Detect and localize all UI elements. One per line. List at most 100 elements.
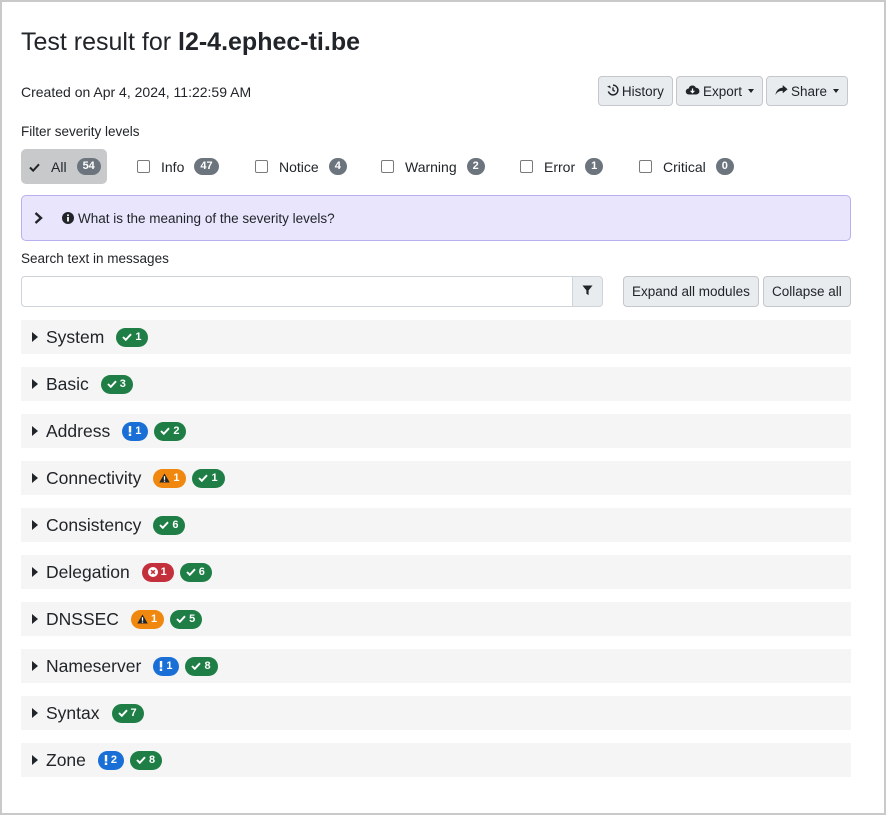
module-delegation[interactable]: Delegation 1 6 (21, 555, 851, 589)
filter-button[interactable] (572, 276, 603, 307)
severity-filter-warning[interactable]: Warning 2 (381, 149, 485, 184)
module-name: Delegation (46, 561, 130, 582)
status-badge-ok: 3 (100, 374, 133, 394)
result-toolbar: History Export Share (597, 76, 848, 106)
caret-right-icon (32, 332, 38, 342)
export-button[interactable]: Export (675, 76, 763, 106)
checkbox[interactable] (137, 160, 150, 173)
share-icon (775, 84, 788, 99)
caret-right-icon (32, 426, 38, 436)
exclamation-icon (104, 755, 108, 765)
title-prefix: Test result for (21, 28, 178, 56)
checkbox[interactable] (255, 160, 268, 173)
chevron-down-icon (747, 89, 754, 93)
severity-help-toggle[interactable]: What is the meaning of the severity leve… (21, 195, 851, 241)
status-badge-warning: 1 (153, 468, 187, 488)
badge-count: 6 (172, 519, 179, 531)
domain-name: l2-4.ephec-ti.be (178, 28, 360, 56)
severity-filter-notice[interactable]: Notice 4 (255, 149, 347, 184)
module-name: Nameserver (46, 655, 142, 676)
module-basic[interactable]: Basic 3 (21, 367, 851, 401)
caret-right-icon (32, 473, 38, 483)
module-name: Connectivity (46, 467, 142, 488)
expand-all-button[interactable]: Expand all modules (623, 276, 759, 307)
module-dnssec[interactable]: DNSSEC 1 5 (21, 602, 851, 636)
status-badge-ok: 1 (116, 327, 149, 347)
caret-right-icon (32, 661, 38, 671)
badge-count: 1 (211, 472, 218, 484)
export-label: Export (702, 83, 742, 99)
history-label: History (621, 83, 664, 99)
caret-right-icon (32, 379, 38, 389)
warning-triangle-icon (159, 473, 171, 483)
module-address[interactable]: Address 1 2 (21, 414, 851, 448)
chevron-down-icon (833, 89, 839, 93)
status-badge-notice: 1 (153, 656, 180, 676)
badge-count: 8 (204, 660, 211, 672)
module-name: Zone (46, 749, 86, 770)
severity-count: 4 (328, 158, 347, 175)
severity-count: 2 (466, 158, 485, 175)
page-frame: Test result for l2-4.ephec-ti.be Created… (0, 0, 886, 815)
badge-count: 1 (135, 331, 142, 343)
severity-label: Info (161, 158, 185, 175)
filter-icon (582, 283, 593, 301)
severity-count: 54 (76, 158, 101, 175)
severity-count: 1 (585, 158, 604, 175)
history-icon (607, 83, 619, 99)
status-badge-ok: 6 (179, 562, 212, 582)
status-badge-ok: 2 (154, 421, 187, 441)
cloud-download-icon (685, 84, 700, 99)
status-badge-ok: 6 (153, 515, 186, 535)
badge-count: 1 (135, 425, 142, 437)
status-badge-ok: 5 (170, 609, 203, 629)
share-button[interactable]: Share (765, 76, 848, 106)
module-consistency[interactable]: Consistency 6 (21, 508, 851, 542)
severity-count: 0 (715, 158, 734, 175)
checkbox[interactable] (639, 160, 652, 173)
badge-count: 1 (160, 566, 167, 578)
severity-filter-all[interactable]: All 54 (21, 149, 107, 184)
severity-filter-info[interactable]: Info 47 (137, 149, 219, 184)
severity-filter-error[interactable]: Error 1 (520, 149, 604, 184)
module-name: Basic (46, 373, 89, 394)
badge-count: 2 (110, 754, 118, 766)
severity-filter: All 54 Info 47 Notice 4 Warning 2 Error … (21, 149, 851, 184)
created-timestamp: Created on Apr 4, 2024, 11:22:59 AM (21, 84, 252, 100)
check-icon (159, 521, 170, 529)
status-badge-ok: 1 (192, 468, 225, 488)
badge-count: 6 (198, 566, 205, 578)
badge-count: 1 (166, 660, 173, 672)
severity-filter-critical[interactable]: Critical 0 (639, 149, 734, 184)
status-badge-notice: 2 (97, 750, 125, 770)
module-nameserver[interactable]: Nameserver 1 8 (21, 649, 851, 683)
search-label: Search text in messages (21, 251, 169, 266)
checkbox[interactable] (520, 160, 533, 173)
search-group (21, 276, 603, 307)
warning-triangle-icon (137, 614, 148, 624)
chevron-right-icon (34, 212, 52, 224)
module-system[interactable]: System 1 (21, 320, 851, 354)
module-connectivity[interactable]: Connectivity 1 1 (21, 461, 851, 495)
search-input[interactable] (21, 276, 572, 307)
caret-right-icon (32, 614, 38, 624)
collapse-all-button[interactable]: Collapse all (763, 276, 851, 307)
status-badge-ok: 8 (185, 656, 218, 676)
check-icon (29, 159, 40, 175)
check-icon (160, 427, 171, 435)
module-name: DNSSEC (46, 608, 119, 629)
filter-label: Filter severity levels (21, 124, 140, 139)
exclamation-icon (159, 661, 163, 671)
status-badge-ok: 7 (111, 703, 144, 723)
module-syntax[interactable]: Syntax 7 (21, 696, 851, 730)
caret-right-icon (32, 755, 38, 765)
severity-help-label: What is the meaning of the severity leve… (78, 210, 335, 226)
module-name: Syntax (46, 702, 100, 723)
info-circle-icon (62, 212, 74, 224)
history-button[interactable]: History (597, 76, 673, 106)
badge-count: 2 (173, 425, 180, 437)
check-icon (117, 709, 128, 717)
checkbox[interactable] (381, 160, 394, 173)
module-zone[interactable]: Zone 2 8 (21, 743, 851, 777)
caret-right-icon (32, 520, 38, 530)
